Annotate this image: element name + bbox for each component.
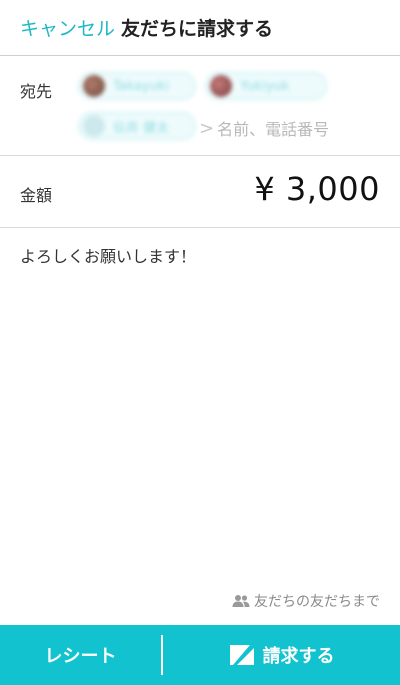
receipt-button-label: レシート bbox=[44, 646, 117, 667]
page-title: 友だちに請求する bbox=[121, 18, 274, 40]
receipt-button[interactable]: レシート bbox=[0, 625, 161, 685]
visibility-scope-label: 友だちの友だちまで bbox=[254, 594, 380, 610]
recipient-chip[interactable]: Yukiyuk bbox=[205, 72, 327, 100]
request-button-label: 請求する bbox=[262, 646, 335, 667]
recipient-chip[interactable]: 伝井 健太 bbox=[78, 112, 196, 140]
recipients-row: 宛先 Takayuki Yukiyuk 伝井 健太 > 名前、電話番号 bbox=[0, 56, 400, 156]
request-button[interactable]: 請求する bbox=[163, 625, 400, 685]
recipients-label: 宛先 bbox=[20, 82, 53, 101]
recipient-input-placeholder: 名前、電話番号 bbox=[217, 120, 330, 139]
recipient-name: 伝井 健太 bbox=[113, 120, 170, 136]
amount-label: 金額 bbox=[20, 186, 53, 205]
recipient-search-input[interactable]: > 名前、電話番号 bbox=[199, 116, 329, 140]
avatar bbox=[210, 75, 232, 97]
header: キャンセル 友だちに請求する bbox=[0, 0, 400, 56]
request-card-icon bbox=[229, 645, 254, 665]
recipient-name: Yukiyuk bbox=[240, 78, 290, 94]
recipient-chip[interactable]: Takayuki bbox=[78, 72, 196, 100]
amount-value[interactable]: ¥ 3,000 bbox=[254, 170, 380, 208]
avatar bbox=[83, 75, 105, 97]
people-icon bbox=[232, 595, 250, 607]
chevron-right-icon: > bbox=[199, 117, 215, 139]
bottom-action-bar: レシート 請求する bbox=[0, 625, 400, 685]
recipient-name: Takayuki bbox=[113, 78, 170, 94]
visibility-scope[interactable]: 友だちの友だちまで bbox=[232, 591, 380, 611]
avatar bbox=[83, 115, 105, 137]
amount-row[interactable]: 金額 ¥ 3,000 bbox=[0, 156, 400, 228]
cancel-button[interactable]: キャンセル bbox=[20, 14, 115, 41]
message-field[interactable]: よろしくお願いします！ bbox=[20, 243, 380, 267]
